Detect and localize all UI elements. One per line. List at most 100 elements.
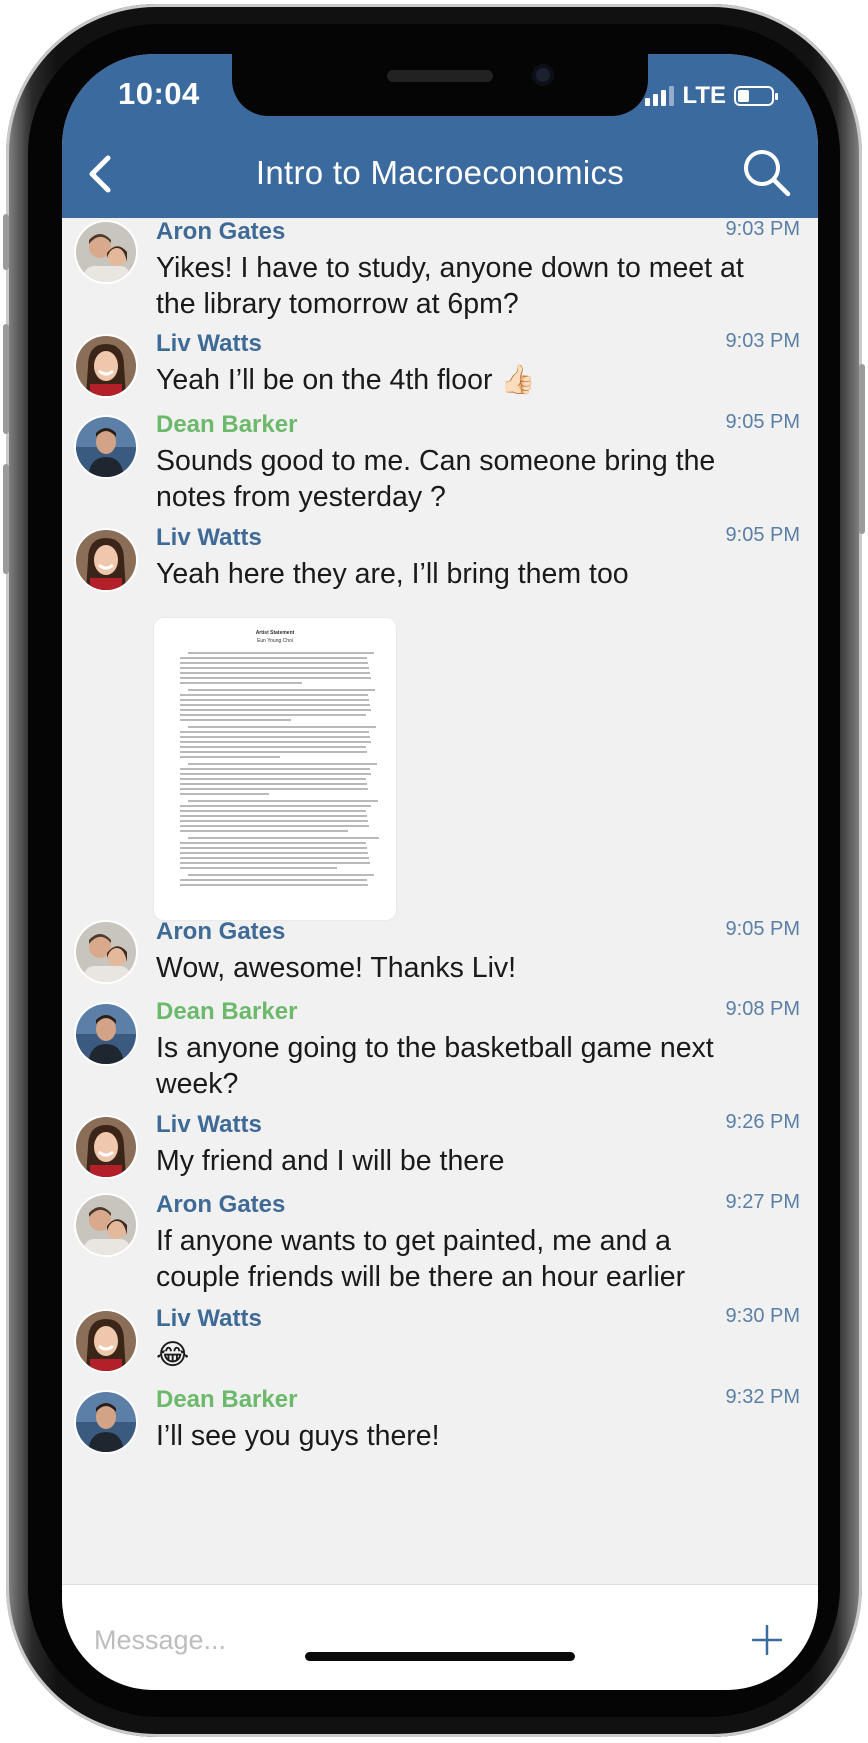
document-text-line (180, 714, 366, 716)
power-button (859, 364, 865, 534)
avatar-liv-watts[interactable] (76, 1117, 136, 1177)
sender-name[interactable]: Aron Gates (156, 1191, 285, 1219)
document-text-line (180, 867, 337, 869)
document-attachment[interactable]: Artist Statement Eun Young Choi (154, 618, 396, 920)
message-row: Dean Barker 9:05 PM Sounds good to me. C… (62, 411, 818, 521)
message-list[interactable]: Aron Gates 9:03 PM Yikes! I have to stud… (62, 218, 818, 1584)
document-text-line (180, 862, 370, 864)
message-row: Dean Barker 9:32 PM I’ll see you guys th… (62, 1386, 818, 1476)
message-time: 9:27 PM (725, 1191, 800, 1213)
message-time: 9:30 PM (725, 1305, 800, 1327)
volume-down-button (3, 464, 9, 574)
message-row: Aron Gates 9:03 PM Yikes! I have to stud… (62, 218, 818, 328)
battery-icon (734, 86, 778, 106)
document-text-line (188, 726, 376, 728)
chevron-left-icon[interactable] (82, 154, 122, 194)
message-time: 9:03 PM (725, 218, 800, 240)
message-text: Yikes! I have to study, anyone down to m… (156, 252, 744, 320)
message-text: My friend and I will be there (156, 1145, 505, 1177)
document-author: Eun Young Choi (257, 638, 293, 644)
document-text-line (180, 682, 302, 684)
status-indicators: LTE (645, 82, 778, 110)
message-text: Is anyone going to the basketball game n… (156, 1032, 714, 1100)
document-text-line (188, 652, 374, 654)
message-text: 😂 (156, 1339, 190, 1371)
mute-switch (3, 214, 9, 270)
document-text-line (180, 657, 367, 659)
battery-level (738, 90, 749, 102)
document-text-line (180, 672, 370, 674)
search-icon[interactable] (740, 146, 792, 198)
document-text-line (180, 731, 369, 733)
document-text-line (180, 662, 368, 664)
message-time: 9:03 PM (725, 330, 800, 352)
document-text-line (180, 857, 369, 859)
network-type: LTE (682, 82, 726, 109)
sender-name[interactable]: Dean Barker (156, 1386, 297, 1414)
avatar-aron-gates[interactable] (76, 1195, 136, 1255)
sender-name[interactable]: Liv Watts (156, 1305, 262, 1333)
sender-name[interactable]: Liv Watts (156, 1111, 262, 1139)
document-text-line (180, 704, 370, 706)
document-text-line (180, 768, 370, 770)
message-row: Dean Barker 9:08 PM Is anyone going to t… (62, 998, 818, 1108)
message-text: Yeah here they are, I’ll bring them too (156, 558, 629, 590)
speaker (387, 70, 493, 82)
document-text-line (180, 842, 366, 844)
document-text-line (188, 800, 378, 802)
message-time: 9:32 PM (725, 1386, 800, 1408)
document-text-line (180, 830, 348, 832)
document-text-line (180, 825, 369, 827)
message-text: Wow, awesome! Thanks Liv! (156, 952, 517, 984)
document-text-line (188, 874, 374, 876)
document-text-line (188, 689, 375, 691)
document-text-line (180, 677, 371, 679)
avatar-aron-gates[interactable] (76, 222, 136, 282)
avatar-liv-watts[interactable] (76, 530, 136, 590)
message-row: Liv Watts 9:26 PM My friend and I will b… (62, 1111, 818, 1191)
document-text-line (180, 719, 291, 721)
plus-icon[interactable] (752, 1625, 782, 1655)
document-text-line (180, 778, 366, 780)
screen: 10:04 LTE Intro to Macroeconomics Aron G… (62, 54, 818, 1690)
document-text-line (180, 793, 269, 795)
front-camera (532, 64, 554, 86)
document-text-line (180, 756, 280, 758)
document-text-line (180, 741, 371, 743)
document-text-line (180, 783, 367, 785)
document-title: Artist Statement (255, 630, 295, 636)
document-text-line (180, 879, 367, 881)
sender-name[interactable]: Liv Watts (156, 524, 262, 552)
phone-frame: 10:04 LTE Intro to Macroeconomics Aron G… (3, 4, 865, 1737)
document-text-line (180, 773, 371, 775)
message-time: 9:05 PM (725, 411, 800, 433)
message-text: I’ll see you guys there! (156, 1420, 440, 1452)
avatar-dean-barker[interactable] (76, 1392, 136, 1452)
home-indicator[interactable] (305, 1652, 575, 1661)
sender-name[interactable]: Aron Gates (156, 918, 285, 946)
sender-name[interactable]: Dean Barker (156, 998, 297, 1026)
document-text-line (180, 805, 371, 807)
message-time: 9:05 PM (725, 524, 800, 546)
message-row: Aron Gates 9:05 PM Wow, awesome! Thanks … (62, 918, 818, 998)
document-text-line (180, 746, 366, 748)
message-text: If anyone wants to get painted, me and a… (156, 1225, 686, 1293)
avatar-dean-barker[interactable] (76, 417, 136, 477)
sender-name[interactable]: Dean Barker (156, 411, 297, 439)
avatar-aron-gates[interactable] (76, 922, 136, 982)
avatar-liv-watts[interactable] (76, 1311, 136, 1371)
avatar-dean-barker[interactable] (76, 1004, 136, 1064)
sender-name[interactable]: Aron Gates (156, 218, 285, 246)
document-text-line (180, 847, 367, 849)
document-text-line (180, 751, 367, 753)
document-text-line (180, 884, 368, 886)
avatar-liv-watts[interactable] (76, 336, 136, 396)
message-row: Liv Watts 9:03 PM Yeah I’ll be on the 4t… (62, 330, 818, 410)
document-text-line (180, 810, 366, 812)
message-row: Liv Watts 9:05 PM Yeah here they are, I’… (62, 524, 818, 604)
status-time: 10:04 (118, 76, 200, 111)
message-text: Sounds good to me. Can someone bring the… (156, 445, 716, 513)
document-text-line (188, 763, 377, 765)
sender-name[interactable]: Liv Watts (156, 330, 262, 358)
document-text-line (188, 837, 379, 839)
